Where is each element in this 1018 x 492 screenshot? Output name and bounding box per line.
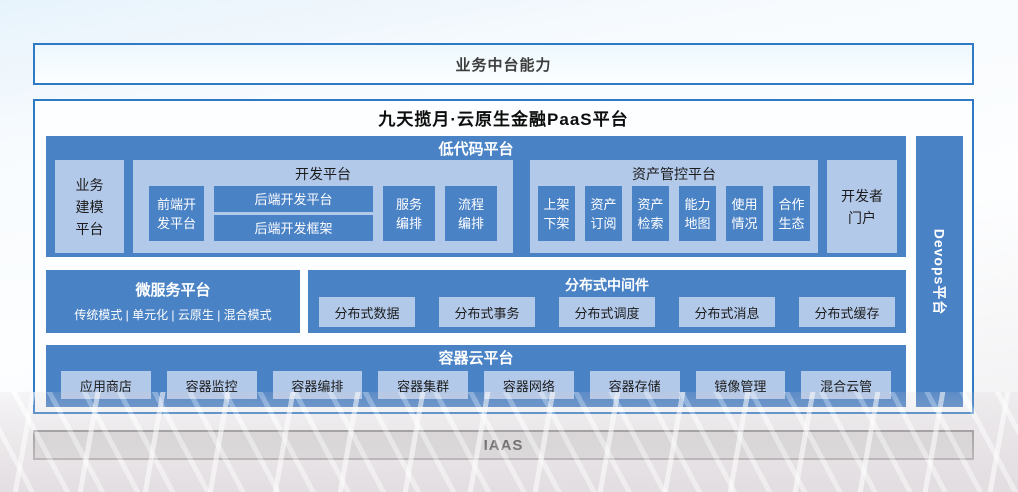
container-cloud-item: 容器编排 [273, 371, 363, 399]
container-cloud-boxes: 应用商店 容器监控 容器编排 容器集群 容器网络 容器存储 镜像管理 混合云管 [46, 371, 906, 399]
dev-platform-panel: 开发平台 前端开 发平台 后端开发平台 后端开发框架 服务 编排 流程 编排 [133, 160, 513, 253]
architecture-diagram: 业务中台能力 九天揽月·云原生金融PaaS平台 低代码平台 业务 建模 平台 开… [0, 0, 1018, 492]
business-middle-platform-banner: 业务中台能力 [33, 43, 974, 85]
asset-item: 能力 地图 [679, 186, 716, 241]
container-cloud-section: 容器云平台 应用商店 容器监控 容器编排 容器集群 容器网络 容器存储 镜像管理… [46, 345, 906, 407]
middleware-item: 分布式缓存 [799, 297, 895, 327]
microservice-title: 微服务平台 [46, 279, 300, 300]
middle-row: 微服务平台 传统模式 | 单元化 | 云原生 | 混合模式 分布式中间件 分布式… [46, 270, 906, 333]
middleware-title: 分布式中间件 [308, 270, 906, 297]
asset-item: 上架 下架 [538, 186, 575, 241]
dev-platform-title: 开发平台 [133, 160, 513, 186]
lowcode-platform-title: 低代码平台 [46, 136, 906, 160]
lowcode-platform-section: 低代码平台 业务 建模 平台 开发平台 前端开 发平台 后端开发平台 后端开发框… [46, 136, 906, 257]
middleware-item: 分布式消息 [679, 297, 775, 327]
business-modeling-box: 业务 建模 平台 [55, 160, 124, 253]
service-orchestration-box: 服务 编排 [383, 186, 435, 241]
paas-platform-panel: 九天揽月·云原生金融PaaS平台 低代码平台 业务 建模 平台 开发平台 前端开… [33, 99, 974, 414]
asset-control-title: 资产管控平台 [530, 160, 818, 186]
container-cloud-item: 容器监控 [167, 371, 257, 399]
microservice-modes: 传统模式 | 单元化 | 云原生 | 混合模式 [46, 306, 300, 323]
container-cloud-item: 应用商店 [61, 371, 151, 399]
dev-platform-boxes: 前端开 发平台 后端开发平台 后端开发框架 服务 编排 流程 编排 [133, 186, 513, 241]
iaas-label: IAAS [484, 437, 524, 454]
developer-portal-box: 开发者 门户 [827, 160, 897, 253]
asset-item: 合作 生态 [773, 186, 810, 241]
container-cloud-item: 镜像管理 [696, 371, 786, 399]
platform-rows: 低代码平台 业务 建模 平台 开发平台 前端开 发平台 后端开发平台 后端开发框… [46, 136, 906, 407]
backend-dev-framework-box: 后端开发框架 [214, 215, 373, 241]
container-cloud-item: 容器网络 [484, 371, 574, 399]
platform-content: 低代码平台 业务 建模 平台 开发平台 前端开 发平台 后端开发平台 后端开发框… [46, 136, 963, 407]
frontend-dev-box: 前端开 发平台 [149, 186, 204, 241]
asset-item: 资产 检索 [632, 186, 669, 241]
microservice-platform-box: 微服务平台 传统模式 | 单元化 | 云原生 | 混合模式 [46, 270, 300, 333]
asset-item: 资产 订阅 [585, 186, 622, 241]
middleware-item: 分布式数据 [319, 297, 415, 327]
iaas-bar: IAAS [33, 430, 974, 460]
lowcode-platform-body: 业务 建模 平台 开发平台 前端开 发平台 后端开发平台 后端开发框架 服务 编… [46, 160, 906, 253]
container-cloud-item: 容器集群 [378, 371, 468, 399]
platform-title: 九天揽月·云原生金融PaaS平台 [35, 101, 972, 134]
container-cloud-item: 容器存储 [590, 371, 680, 399]
middleware-item: 分布式调度 [559, 297, 655, 327]
backend-dev-platform-box: 后端开发平台 [214, 186, 373, 212]
devops-platform-bar: Devops平台 [916, 136, 963, 407]
asset-control-boxes: 上架 下架 资产 订阅 资产 检索 能力 地图 使用 情况 合作 生态 [530, 186, 818, 241]
asset-item: 使用 情况 [726, 186, 763, 241]
middleware-boxes: 分布式数据 分布式事务 分布式调度 分布式消息 分布式缓存 [308, 297, 906, 327]
container-cloud-title: 容器云平台 [46, 345, 906, 371]
middleware-item: 分布式事务 [439, 297, 535, 327]
asset-control-panel: 资产管控平台 上架 下架 资产 订阅 资产 检索 能力 地图 使用 情况 合作 … [530, 160, 818, 253]
business-middle-platform-label: 业务中台能力 [455, 54, 551, 75]
devops-platform-label: Devops平台 [930, 228, 950, 315]
container-cloud-item: 混合云管 [801, 371, 891, 399]
backend-stack: 后端开发平台 后端开发框架 [214, 186, 373, 241]
middleware-section: 分布式中间件 分布式数据 分布式事务 分布式调度 分布式消息 分布式缓存 [308, 270, 906, 333]
process-orchestration-box: 流程 编排 [445, 186, 497, 241]
